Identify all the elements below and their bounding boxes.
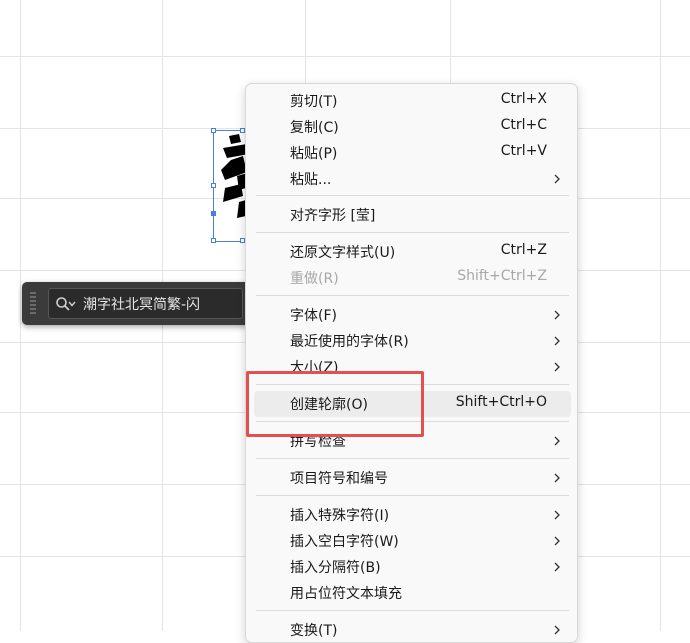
chevron-right-icon (554, 536, 560, 546)
menu-item-fill-placeholder[interactable]: 用占位符文本填充 (254, 580, 571, 606)
menu-item-label: 插入分隔符(B) (290, 560, 381, 576)
menu-item-redo: 重做(R) Shift+Ctrl+Z (254, 265, 571, 291)
menu-item-shortcut: Ctrl+C (500, 117, 547, 133)
menu-item-label: 项目符号和编号 (290, 471, 388, 487)
menu-item-copy[interactable]: 复制(C) Ctrl+C (254, 114, 571, 140)
menu-separator (256, 610, 569, 611)
menu-item-shortcut: Shift+Ctrl+Z (457, 268, 547, 284)
chevron-right-icon (554, 310, 560, 320)
context-menu: 剪切(T) Ctrl+X 复制(C) Ctrl+C 粘贴(P) Ctrl+V 粘… (245, 83, 578, 643)
grid-line (660, 0, 661, 631)
text-anchor-point[interactable] (211, 211, 216, 216)
chevron-right-icon (554, 625, 560, 635)
font-control-bar: 潮字社北冥简繁-闪 (22, 282, 262, 325)
resize-handle[interactable] (211, 128, 216, 133)
resize-handle[interactable] (211, 183, 216, 188)
font-family-field[interactable]: 潮字社北冥简繁-闪 (48, 288, 243, 319)
menu-item-label: 还原文字样式(U) (290, 245, 396, 261)
chevron-right-icon (554, 562, 560, 572)
menu-item-shortcut: Shift+Ctrl+O (455, 394, 547, 410)
menu-item-label: 复制(C) (290, 120, 339, 136)
menu-item-label: 最近使用的字体(R) (290, 334, 409, 350)
menu-item-insert-whitespace[interactable]: 插入空白字符(W) (254, 528, 571, 554)
menu-item-font[interactable]: 字体(F) (254, 302, 571, 328)
menu-item-shortcut: Ctrl+V (500, 143, 547, 159)
menu-item-label: 粘贴... (290, 172, 332, 188)
chevron-right-icon (554, 362, 560, 372)
menu-separator (256, 232, 569, 233)
menu-item-bullets-numbering[interactable]: 项目符号和编号 (254, 465, 571, 491)
grid-line (20, 0, 21, 631)
menu-item-undo-text-style[interactable]: 还原文字样式(U) Ctrl+Z (254, 239, 571, 265)
menu-item-label: 变换(T) (290, 623, 338, 639)
menu-separator (256, 458, 569, 459)
menu-item-insert-special-char[interactable]: 插入特殊字符(I) (254, 502, 571, 528)
menu-item-label: 重做(R) (290, 271, 339, 287)
menu-item-label: 字体(F) (290, 308, 337, 324)
chevron-right-icon (554, 174, 560, 184)
menu-item-insert-break[interactable]: 插入分隔符(B) (254, 554, 571, 580)
chevron-right-icon (554, 510, 560, 520)
drag-grip-handle[interactable] (30, 292, 36, 316)
chevron-right-icon (554, 473, 560, 483)
chevron-right-icon (554, 336, 560, 346)
menu-item-align-glyphs[interactable]: 对齐字形 [莹] (254, 202, 571, 228)
chevron-right-icon (554, 436, 560, 446)
chevron-down-icon[interactable] (67, 299, 77, 309)
menu-item-shortcut: Ctrl+X (500, 91, 547, 107)
menu-item-paste[interactable]: 粘贴(P) Ctrl+V (254, 140, 571, 166)
menu-item-label: 粘贴(P) (290, 146, 338, 162)
resize-handle[interactable] (211, 238, 216, 243)
menu-item-label: 插入特殊字符(I) (290, 508, 390, 524)
menu-item-label: 剪切(T) (290, 94, 338, 110)
menu-separator (256, 495, 569, 496)
menu-item-recent-fonts[interactable]: 最近使用的字体(R) (254, 328, 571, 354)
menu-item-shortcut: Ctrl+Z (500, 242, 547, 258)
menu-item-label: 插入空白字符(W) (290, 534, 399, 550)
grid-line (0, 56, 690, 57)
font-name-value: 潮字社北冥简繁-闪 (83, 297, 201, 313)
annotation-highlight-box (246, 371, 424, 437)
menu-item-label: 对齐字形 [莹] (290, 208, 376, 224)
menu-item-cut[interactable]: 剪切(T) Ctrl+X (254, 88, 571, 114)
menu-item-label: 用占位符文本填充 (290, 586, 402, 602)
menu-item-paste-submenu[interactable]: 粘贴... (254, 166, 571, 192)
menu-separator (256, 195, 569, 196)
menu-separator (256, 295, 569, 296)
menu-item-transform[interactable]: 变换(T) (254, 617, 571, 643)
